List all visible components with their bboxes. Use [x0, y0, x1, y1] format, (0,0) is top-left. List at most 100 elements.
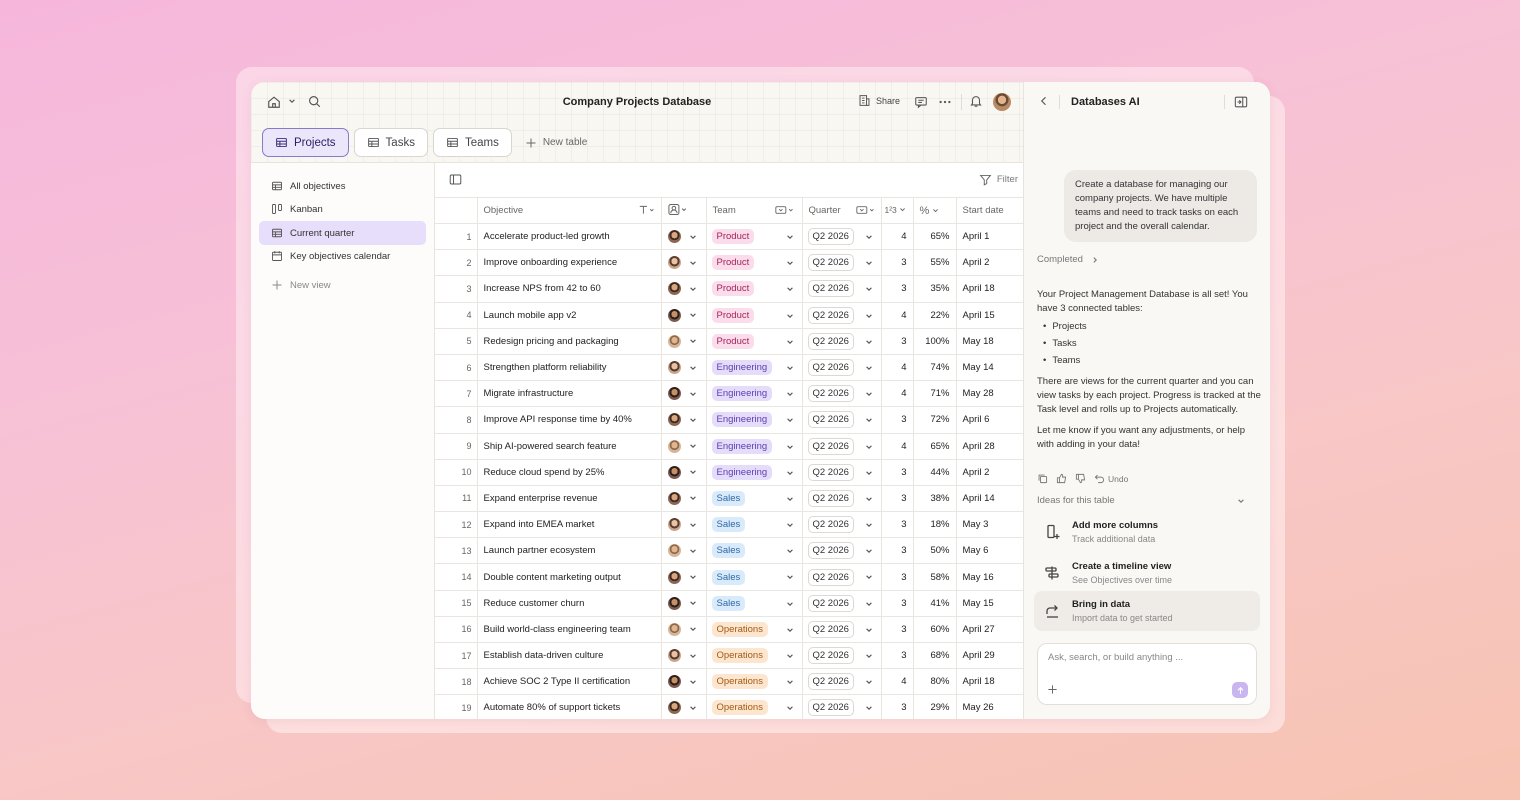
sidebar-item-kanban[interactable]: Kanban — [259, 197, 426, 221]
objective-cell[interactable]: Achieve SOC 2 Type II certification — [476, 668, 662, 696]
team-cell[interactable]: Product — [705, 249, 803, 277]
start-date-cell[interactable]: May 14 — [955, 353, 1025, 382]
objective-cell[interactable]: Reduce customer churn — [476, 589, 662, 617]
priority-cell[interactable]: 3 — [880, 458, 914, 486]
comment-icon[interactable] — [914, 95, 928, 109]
sidebar-item-current-quarter[interactable]: Current quarter — [259, 221, 426, 245]
progress-cell[interactable]: 35% — [912, 275, 957, 303]
sidebar-item-all-objectives[interactable]: All objectives — [259, 174, 426, 198]
progress-cell[interactable]: 68% — [912, 641, 957, 670]
team-cell[interactable]: Operations — [705, 668, 803, 696]
table-row[interactable]: 17 Establish data-driven culture Operation… — [435, 641, 1025, 670]
objective-cell[interactable]: Strengthen platform reliability — [476, 353, 662, 382]
column-header-team[interactable]: Team — [705, 197, 803, 224]
table-row[interactable]: 2 Improve onboarding experience Product Q2 … — [435, 249, 1025, 277]
owner-cell[interactable] — [660, 275, 707, 303]
quarter-cell[interactable]: Q2 2026 — [801, 537, 882, 565]
quarter-cell[interactable]: Q2 2026 — [801, 668, 882, 696]
owner-cell[interactable] — [660, 668, 707, 696]
priority-cell[interactable]: 3 — [880, 484, 914, 513]
objective-cell[interactable]: Expand into EMEA market — [476, 511, 662, 539]
ideas-header[interactable]: Ideas for this table — [1037, 495, 1245, 506]
new-table-button[interactable]: New table — [517, 137, 587, 149]
priority-cell[interactable]: 3 — [880, 641, 914, 670]
table-row[interactable]: 8 Improve API response time by 40% Enginee… — [435, 406, 1025, 434]
column-header-objective[interactable]: Objective — [476, 197, 662, 224]
priority-cell[interactable]: 4 — [880, 432, 914, 460]
owner-cell[interactable] — [660, 406, 707, 434]
owner-cell[interactable] — [660, 222, 707, 251]
home-icon[interactable] — [267, 95, 281, 109]
quarter-cell[interactable]: Q2 2026 — [801, 589, 882, 617]
owner-cell[interactable] — [660, 432, 707, 460]
table-row[interactable]: 5 Redesign pricing and packaging Product Q2… — [435, 327, 1025, 355]
owner-cell[interactable] — [660, 641, 707, 670]
priority-cell[interactable]: 3 — [880, 249, 914, 277]
progress-cell[interactable]: 72% — [912, 406, 957, 434]
quarter-cell[interactable]: Q2 2026 — [801, 484, 882, 513]
objective-cell[interactable]: Automate 80% of support tickets — [476, 694, 662, 719]
table-row[interactable]: 3 Increase NPS from 42 to 60 Product Q2 202… — [435, 275, 1025, 303]
table-row[interactable]: 9 Ship AI-powered search feature Engineeri… — [435, 432, 1025, 460]
column-header-quarter[interactable]: Quarter — [801, 197, 882, 224]
start-date-cell[interactable]: April 2 — [955, 458, 1025, 486]
share-button[interactable]: Share — [858, 94, 900, 107]
team-cell[interactable]: Sales — [705, 511, 803, 539]
objective-cell[interactable]: Build world-class engineering team — [476, 615, 662, 644]
bell-icon[interactable] — [969, 94, 983, 108]
user-avatar[interactable] — [993, 93, 1011, 111]
quarter-cell[interactable]: Q2 2026 — [801, 641, 882, 670]
progress-cell[interactable]: 55% — [912, 249, 957, 277]
team-cell[interactable]: Engineering — [705, 353, 803, 382]
objective-cell[interactable]: Improve API response time by 40% — [476, 406, 662, 434]
objective-cell[interactable]: Reduce cloud spend by 25% — [476, 458, 662, 486]
team-cell[interactable]: Engineering — [705, 432, 803, 460]
column-header-progress[interactable]: % — [912, 197, 957, 224]
quarter-cell[interactable]: Q2 2026 — [801, 380, 882, 408]
priority-cell[interactable]: 3 — [880, 511, 914, 539]
owner-cell[interactable] — [660, 458, 707, 486]
owner-cell[interactable] — [660, 511, 707, 539]
progress-cell[interactable]: 65% — [912, 432, 957, 460]
progress-cell[interactable]: 41% — [912, 589, 957, 617]
copy-icon[interactable] — [1037, 473, 1048, 484]
start-date-cell[interactable]: April 2 — [955, 249, 1025, 277]
team-cell[interactable]: Operations — [705, 615, 803, 644]
idea-add-columns[interactable]: Add more columns Track additional data — [1034, 512, 1260, 552]
chevron-down-icon[interactable] — [288, 97, 296, 105]
column-header-start-date[interactable]: Start date — [955, 197, 1025, 224]
start-date-cell[interactable]: April 18 — [955, 275, 1025, 303]
priority-cell[interactable]: 3 — [880, 589, 914, 617]
objective-cell[interactable]: Accelerate product-led growth — [476, 222, 662, 251]
objective-cell[interactable]: Increase NPS from 42 to 60 — [476, 275, 662, 303]
objective-cell[interactable]: Ship AI-powered search feature — [476, 432, 662, 460]
quarter-cell[interactable]: Q2 2026 — [801, 353, 882, 382]
owner-cell[interactable] — [660, 249, 707, 277]
progress-cell[interactable]: 60% — [912, 615, 957, 644]
start-date-cell[interactable]: April 6 — [955, 406, 1025, 434]
table-row[interactable]: 1 Accelerate product-led growth Product Q2 … — [435, 222, 1025, 251]
table-row[interactable]: 14 Double content marketing output Sales Q2… — [435, 563, 1025, 591]
progress-cell[interactable]: 50% — [912, 537, 957, 565]
priority-cell[interactable]: 4 — [880, 301, 914, 329]
table-row[interactable]: 15 Reduce customer churn Sales Q2 2026 3 41% M… — [435, 589, 1025, 617]
objective-cell[interactable]: Launch partner ecosystem — [476, 537, 662, 565]
team-cell[interactable]: Operations — [705, 641, 803, 670]
progress-cell[interactable]: 100% — [912, 327, 957, 355]
start-date-cell[interactable]: May 18 — [955, 327, 1025, 355]
owner-cell[interactable] — [660, 563, 707, 591]
quarter-cell[interactable]: Q2 2026 — [801, 222, 882, 251]
priority-cell[interactable]: 4 — [880, 222, 914, 251]
tab-tasks[interactable]: Tasks — [353, 128, 428, 157]
priority-cell[interactable]: 3 — [880, 563, 914, 591]
plus-icon[interactable] — [1047, 684, 1058, 695]
idea-timeline-view[interactable]: Create a timeline view See Objectives ov… — [1034, 553, 1260, 593]
quarter-cell[interactable]: Q2 2026 — [801, 327, 882, 355]
objective-cell[interactable]: Migrate infrastructure — [476, 380, 662, 408]
objective-cell[interactable]: Double content marketing output — [476, 563, 662, 591]
start-date-cell[interactable]: April 15 — [955, 301, 1025, 329]
owner-cell[interactable] — [660, 380, 707, 408]
owner-cell[interactable] — [660, 327, 707, 355]
quarter-cell[interactable]: Q2 2026 — [801, 249, 882, 277]
table-row[interactable]: 12 Expand into EMEA market Sales Q2 2026 3 18… — [435, 511, 1025, 539]
